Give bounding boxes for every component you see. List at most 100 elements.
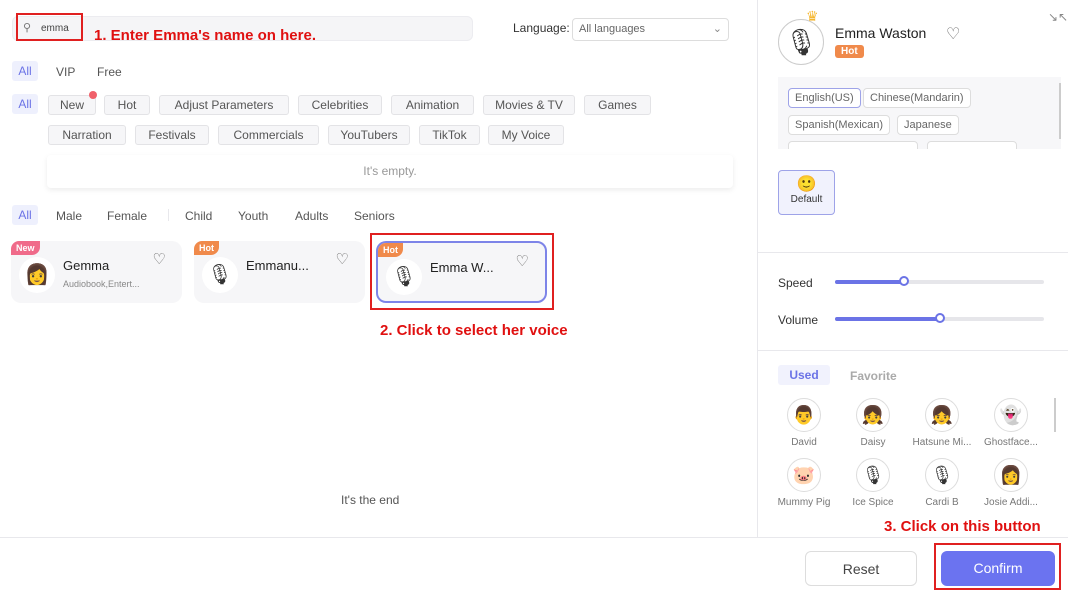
category-hot[interactable]: Hot	[104, 95, 150, 115]
scrollbar[interactable]	[1059, 83, 1061, 139]
tier-all[interactable]: All	[12, 61, 38, 81]
tab-favorite[interactable]: Favorite	[850, 369, 897, 383]
demo-female[interactable]: Female	[107, 209, 147, 223]
microphone-avatar-icon: 🎙	[202, 257, 238, 293]
category-all[interactable]: All	[12, 94, 38, 114]
voice-label: Ice Spice	[852, 497, 894, 508]
recent-voice-daisy[interactable]: 👧 Daisy	[840, 398, 906, 448]
crown-icon: ♛	[806, 8, 819, 24]
annotation-box	[934, 543, 1061, 590]
avatar: 🐷	[787, 458, 821, 492]
chevron-down-icon: ⌄	[712, 23, 722, 35]
voice-name: Gemma	[63, 258, 110, 273]
demo-male[interactable]: Male	[56, 209, 82, 223]
volume-label: Volume	[778, 313, 819, 327]
avatar: 👩	[19, 257, 55, 293]
avatar: 👩	[994, 458, 1028, 492]
tier-vip[interactable]: VIP	[56, 65, 75, 79]
avatar: 👧	[925, 398, 959, 432]
voice-label: David	[791, 437, 817, 448]
speed-slider[interactable]	[835, 276, 1044, 286]
recent-voice-david[interactable]: 👨 David	[771, 398, 837, 448]
recent-voice-cardi-b[interactable]: 🎙 Cardi B	[909, 458, 975, 508]
voice-label: Daisy	[860, 437, 886, 448]
heart-icon[interactable]: ♡	[153, 250, 166, 268]
category-my-voice[interactable]: My Voice	[488, 125, 564, 145]
annotation-step-3: 3. Click on this button	[882, 518, 1043, 535]
tier-free[interactable]: Free	[97, 65, 122, 79]
heart-icon[interactable]: ♡	[336, 250, 349, 268]
scrollbar[interactable]	[1054, 398, 1056, 432]
voice-tags: Audiobook,Entert...	[63, 279, 140, 289]
avatar: 👨	[787, 398, 821, 432]
recent-voice-ice-spice[interactable]: 🎙 Ice Spice	[840, 458, 906, 508]
tab-used[interactable]: Used	[778, 365, 830, 385]
category-narration[interactable]: Narration	[48, 125, 126, 145]
language-select[interactable]: All languages ⌄	[572, 18, 729, 41]
demo-adults[interactable]: Adults	[295, 209, 328, 223]
volume-fill	[835, 317, 940, 321]
footer-divider	[0, 537, 1068, 538]
lang-more[interactable]	[927, 141, 1017, 149]
annotation-box	[16, 13, 83, 41]
volume-handle[interactable]	[934, 313, 945, 323]
smiley-icon: 🙂	[796, 176, 817, 193]
category-tiktok[interactable]: TikTok	[419, 125, 480, 145]
demo-youth[interactable]: Youth	[238, 209, 268, 223]
speed-label: Speed	[778, 276, 813, 290]
volume-slider[interactable]	[835, 313, 1044, 323]
voice-label: Mummy Pig	[777, 497, 831, 508]
voice-label: Hatsune Mi...	[912, 437, 972, 448]
category-games[interactable]: Games	[584, 95, 651, 115]
lang-more[interactable]	[788, 141, 918, 149]
recent-voice-mummy-pig[interactable]: 🐷 Mummy Pig	[771, 458, 837, 508]
emotion-default[interactable]: 🙂 Default	[778, 170, 835, 215]
lang-chinese-mandarin[interactable]: Chinese(Mandarin)	[863, 88, 971, 108]
empty-message: It's empty.	[47, 155, 733, 188]
speed-handle[interactable]	[898, 276, 909, 286]
avatar: 👻	[994, 398, 1028, 432]
category-new[interactable]: New	[48, 95, 96, 115]
category-animation[interactable]: Animation	[391, 95, 474, 115]
demo-all[interactable]: All	[12, 205, 38, 225]
demo-seniors[interactable]: Seniors	[354, 209, 395, 223]
divider	[758, 252, 1068, 253]
voice-label: Ghostface...	[984, 437, 1038, 448]
category-adjust-parameters[interactable]: Adjust Parameters	[159, 95, 289, 115]
emotion-label: Default	[790, 194, 823, 205]
end-message: It's the end	[341, 493, 400, 507]
lang-spanish-mexican[interactable]: Spanish(Mexican)	[788, 115, 891, 135]
language-label: Language:	[513, 21, 570, 35]
category-movies-tv[interactable]: Movies & TV	[483, 95, 575, 115]
divider	[758, 350, 1068, 351]
heart-icon[interactable]: ♡	[946, 24, 960, 44]
language-list: English(US) Chinese(Mandarin) Spanish(Me…	[778, 77, 1061, 149]
microphone-avatar-icon: 🎙	[778, 19, 824, 65]
collapse-icon[interactable]: ↘↖	[1048, 10, 1068, 24]
category-celebrities[interactable]: Celebrities	[298, 95, 382, 115]
microphone-avatar-icon: 🎙	[925, 458, 959, 492]
avatar: 👧	[856, 398, 890, 432]
panel-divider	[757, 0, 758, 537]
lang-english-us[interactable]: English(US)	[788, 88, 861, 108]
annotation-step-1: 1. Enter Emma's name on here.	[94, 27, 316, 44]
new-badge: New	[11, 241, 40, 255]
recent-voice-josie[interactable]: 👩 Josie Addi...	[978, 458, 1044, 508]
category-youtubers[interactable]: YouTubers	[328, 125, 410, 145]
annotation-box	[370, 233, 554, 310]
selected-voice-name: Emma Waston	[835, 25, 927, 41]
language-value: All languages	[579, 23, 646, 35]
voice-name: Emmanu...	[246, 258, 309, 273]
voice-card-gemma[interactable]: New 👩 Gemma Audiobook,Entert... ♡	[11, 241, 182, 303]
new-dot	[89, 91, 97, 99]
category-festivals[interactable]: Festivals	[135, 125, 209, 145]
recent-voice-hatsune[interactable]: 👧 Hatsune Mi...	[909, 398, 975, 448]
voice-card-emmanu[interactable]: Hot 🎙 Emmanu... ♡	[194, 241, 365, 303]
reset-button[interactable]: Reset	[805, 551, 917, 586]
demo-child[interactable]: Child	[185, 209, 212, 223]
hot-badge: Hot	[835, 45, 864, 58]
recent-voice-ghostface[interactable]: 👻 Ghostface...	[978, 398, 1044, 448]
speed-fill	[835, 280, 904, 284]
lang-japanese[interactable]: Japanese	[897, 115, 959, 135]
category-commercials[interactable]: Commercials	[218, 125, 319, 145]
